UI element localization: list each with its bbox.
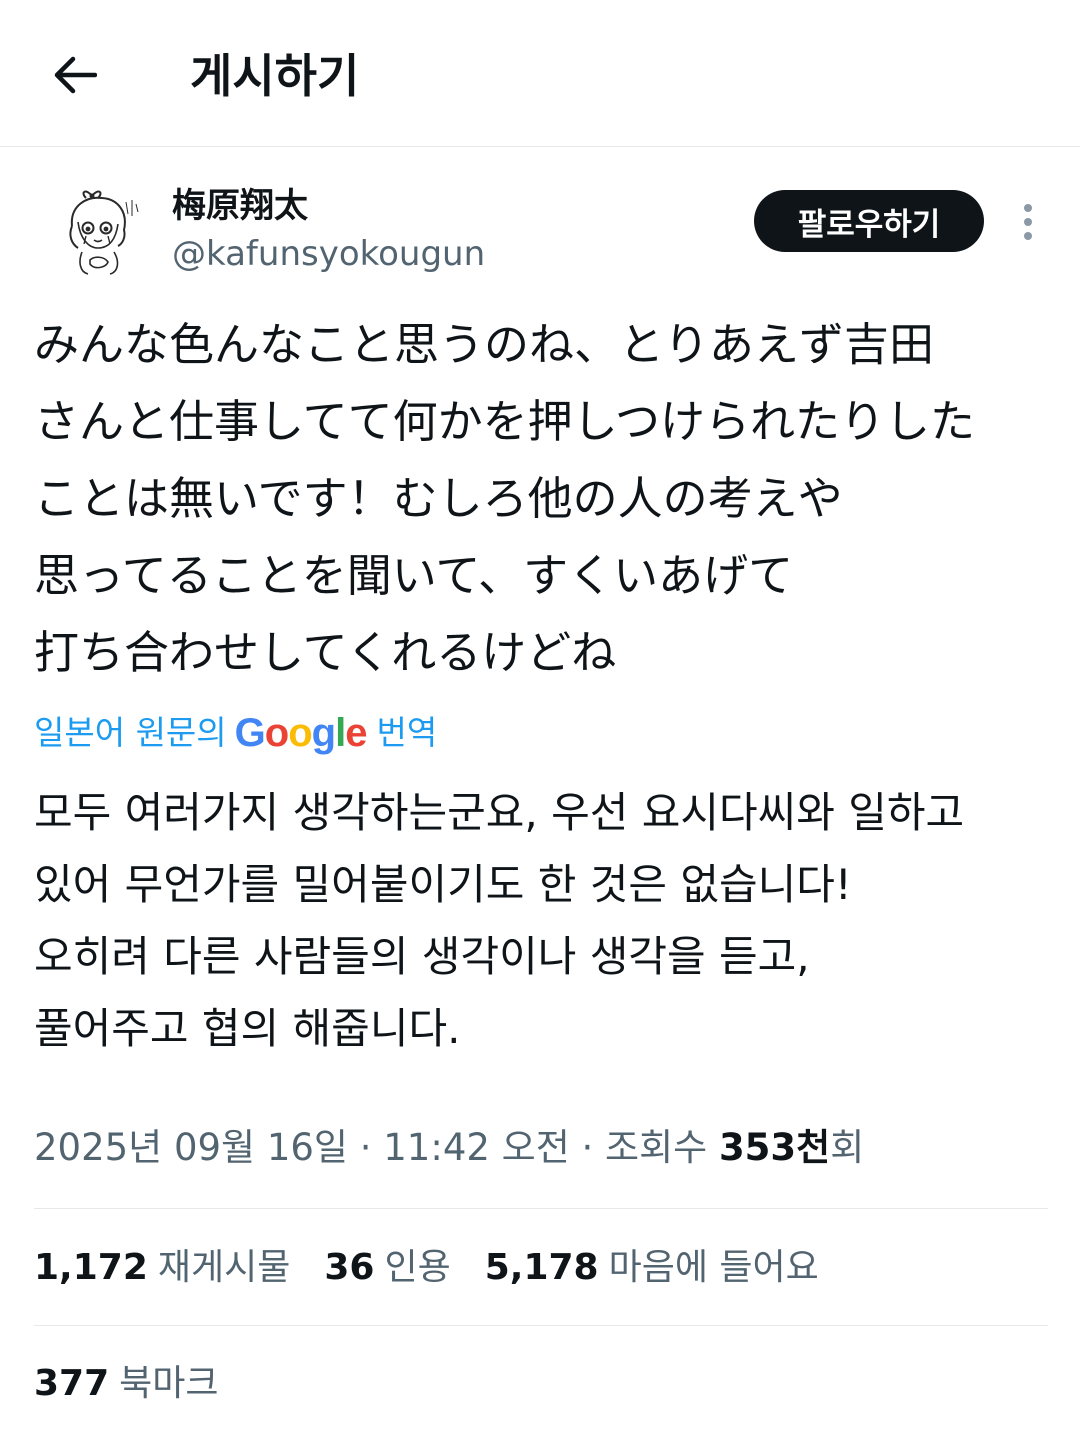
translation-suffix: 번역 bbox=[376, 713, 438, 752]
likes-label: 마음에 들어요 bbox=[608, 1247, 819, 1288]
quotes-stat[interactable]: 36 인용 bbox=[324, 1240, 450, 1296]
reposts-label: 재게시물 bbox=[157, 1247, 291, 1288]
tweet-date[interactable]: 2025년 09월 16일 bbox=[34, 1126, 348, 1169]
translated-line: 오히려 다른 사람들의 생각이나 생각을 듣고, bbox=[34, 932, 810, 981]
user-handle[interactable]: @kafunsyokougun bbox=[172, 232, 485, 276]
bookmarks-label: 북마크 bbox=[119, 1363, 219, 1404]
translation-prefix: 일본어 원문의 bbox=[34, 713, 227, 752]
translated-line: 모두 여러가지 생각하는군요, 우선 요시다씨와 일하고 bbox=[34, 788, 965, 837]
display-name[interactable]: 梅原翔太 bbox=[172, 184, 308, 228]
tweet-meta: 2025년 09월 16일 · 11:42 오전 · 조회수 353천회 bbox=[34, 1120, 864, 1176]
tweet-author: 梅原翔太 @kafunsyokougun 팔로우하기 bbox=[0, 170, 1080, 290]
divider bbox=[34, 1325, 1048, 1326]
more-options-button[interactable] bbox=[1008, 192, 1048, 252]
tweet-line: みんな色んなこと思うのね、とりあえず吉田 bbox=[34, 318, 935, 371]
bookmarks-count: 377 bbox=[34, 1363, 110, 1404]
arrow-left-icon bbox=[54, 56, 97, 94]
avatar[interactable] bbox=[52, 182, 148, 278]
tweet-time[interactable]: 11:42 오전 bbox=[383, 1126, 569, 1169]
avatar-drawing bbox=[52, 182, 148, 278]
likes-count: 5,178 bbox=[484, 1247, 599, 1288]
divider bbox=[34, 1208, 1048, 1209]
quotes-label: 인용 bbox=[384, 1247, 451, 1288]
views-label: 조회수 bbox=[605, 1126, 708, 1169]
translated-line: 풀어주고 협의 해줍니다. bbox=[34, 1004, 461, 1053]
more-vertical-icon bbox=[1024, 204, 1032, 240]
translation-attribution[interactable]: 일본어 원문의 Google 번역 bbox=[34, 708, 437, 758]
meta-separator: · bbox=[359, 1126, 372, 1169]
tweet-line: さんと仕事してて何かを押しつけられたりした bbox=[34, 395, 975, 448]
back-button[interactable] bbox=[40, 44, 108, 106]
translated-body: 모두 여러가지 생각하는군요, 우선 요시다씨와 일하고 있어 무언가를 밀어붙… bbox=[34, 777, 1064, 1065]
engagement-stats: 1,172 재게시물 36 인용 5,178 마음에 들어요 bbox=[34, 1240, 853, 1296]
likes-stat[interactable]: 5,178 마음에 들어요 bbox=[485, 1240, 819, 1296]
follow-button[interactable]: 팔로우하기 bbox=[754, 190, 984, 252]
tweet-line: ことは無いです！むしろ他の人の考えや bbox=[34, 472, 843, 525]
quotes-count: 36 bbox=[324, 1247, 375, 1288]
bookmarks-stat[interactable]: 377 북마크 bbox=[34, 1356, 219, 1412]
tweet-line: 打ち合わせしてくれるけどね bbox=[34, 626, 617, 679]
meta-separator: · bbox=[581, 1126, 594, 1169]
reposts-count: 1,172 bbox=[34, 1247, 148, 1288]
google-logo: Google bbox=[234, 711, 368, 755]
tweet-body: みんな色んなこと思うのね、とりあえず吉田 さんと仕事してて何かを押しつけられたり… bbox=[34, 306, 1054, 691]
page-title: 게시하기 bbox=[190, 49, 360, 103]
reposts-stat[interactable]: 1,172 재게시물 bbox=[34, 1240, 290, 1296]
translated-line: 있어 무언가를 밀어붙이기도 한 것은 없습니다! bbox=[34, 860, 852, 909]
top-bar: 게시하기 bbox=[0, 0, 1080, 147]
views-count: 353천 bbox=[718, 1126, 831, 1169]
tweet-line: 思ってることを聞いて、すくいあげて bbox=[34, 549, 794, 602]
views-suffix: 회 bbox=[830, 1126, 865, 1169]
